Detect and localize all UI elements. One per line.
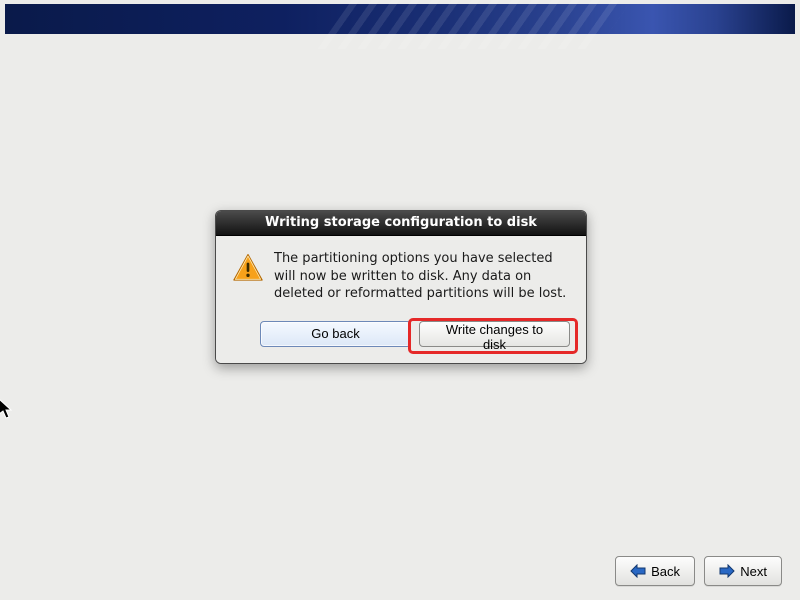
dialog-title: Writing storage configuration to disk — [216, 211, 586, 236]
arrow-right-icon — [719, 564, 735, 578]
mouse-cursor-icon — [0, 398, 14, 420]
dialog-body: The partitioning options you have select… — [216, 236, 586, 363]
back-button-label: Back — [651, 564, 680, 579]
dialog-message: The partitioning options you have select… — [274, 250, 570, 303]
confirm-dialog: Writing storage configuration to disk Th… — [215, 210, 587, 364]
go-back-button[interactable]: Go back — [260, 321, 411, 347]
write-changes-button[interactable]: Write changes to disk — [419, 321, 570, 347]
back-button[interactable]: Back — [615, 556, 695, 586]
dialog-message-row: The partitioning options you have select… — [232, 250, 570, 303]
dialog-button-row: Go back Write changes to disk — [260, 321, 570, 347]
arrow-left-icon — [630, 564, 646, 578]
next-button[interactable]: Next — [704, 556, 782, 586]
next-button-label: Next — [740, 564, 767, 579]
header-stripes — [317, 0, 632, 49]
header-banner — [5, 4, 795, 34]
warning-icon — [232, 252, 264, 284]
